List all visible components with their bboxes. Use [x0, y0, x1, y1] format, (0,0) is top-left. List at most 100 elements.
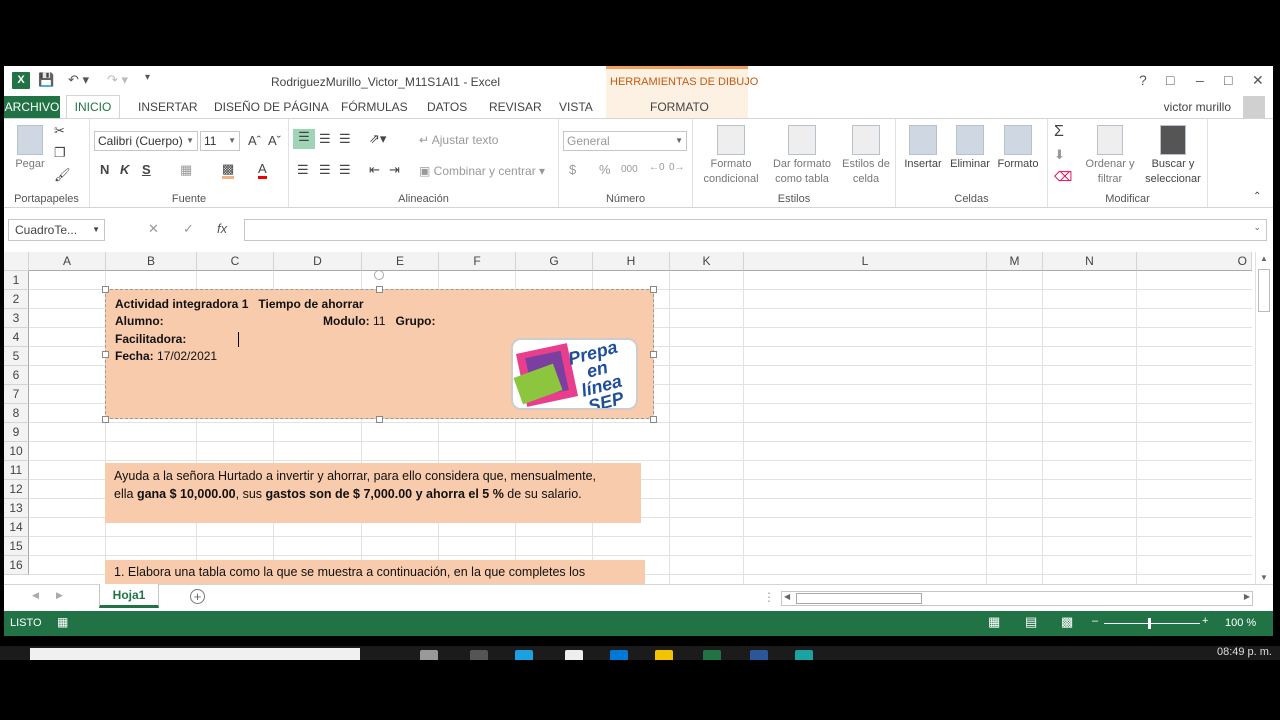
column-header[interactable]: E — [362, 252, 439, 271]
file-explorer-icon[interactable] — [420, 650, 438, 660]
row-header[interactable]: 15 — [4, 537, 29, 556]
column-header[interactable]: O — [1137, 252, 1252, 271]
formula-input[interactable]: ⌄ — [244, 219, 1267, 241]
undo-icon[interactable]: ↶ ▾ — [68, 72, 89, 88]
next-sheet-icon[interactable]: ▶ — [56, 590, 63, 601]
vertical-scrollbar[interactable]: ▲ ▼ — [1255, 252, 1273, 584]
add-sheet-button[interactable]: + — [190, 589, 205, 604]
resize-handle[interactable] — [650, 351, 657, 358]
resize-handle[interactable] — [102, 351, 109, 358]
copy-icon[interactable]: ❐ — [54, 145, 66, 161]
resize-handle[interactable] — [102, 416, 109, 423]
name-box[interactable]: CuadroTe... ▼ — [8, 219, 105, 241]
folder-icon[interactable] — [655, 650, 673, 660]
collapse-ribbon-icon[interactable]: ⌃ — [1253, 191, 1261, 202]
font-size-combo[interactable]: 11 ▼ — [200, 131, 240, 151]
fill-color-icon[interactable]: ▩ — [222, 162, 235, 179]
borders-icon[interactable]: ▦ — [180, 162, 192, 178]
row-header[interactable]: 4 — [4, 328, 29, 347]
underline-button[interactable]: S — [142, 162, 151, 177]
merge-center-button[interactable]: ▣ Combinar y centrar ▾ — [419, 164, 545, 178]
column-header[interactable]: G — [516, 252, 593, 271]
vertical-scroll-thumb[interactable] — [1258, 269, 1270, 312]
horizontal-scroll-thumb[interactable] — [796, 593, 922, 604]
resize-handle[interactable] — [376, 286, 383, 293]
row-header[interactable]: 6 — [4, 366, 29, 385]
bold-button[interactable]: N — [100, 162, 109, 177]
sort-filter-button[interactable]: Ordenar y filtrar — [1082, 125, 1138, 187]
zoom-in-icon[interactable]: + — [1202, 615, 1208, 627]
tab-datos[interactable]: DATOS — [427, 100, 467, 114]
resize-handle[interactable] — [376, 416, 383, 423]
row-header[interactable]: 10 — [4, 442, 29, 461]
column-header[interactable]: L — [744, 252, 987, 271]
row-header[interactable]: 9 — [4, 423, 29, 442]
edge-icon[interactable] — [515, 650, 533, 660]
decrease-indent-icon[interactable]: ⇤ — [369, 162, 380, 178]
ribbon-display-icon[interactable]: □ — [1166, 72, 1174, 88]
calendar-icon[interactable] — [565, 650, 583, 660]
tab-formulas[interactable]: FÓRMULAS — [341, 100, 408, 114]
insert-function-icon[interactable]: fx — [217, 221, 227, 236]
column-header[interactable]: B — [106, 252, 197, 271]
column-header[interactable]: M — [987, 252, 1043, 271]
taskbar-search[interactable] — [30, 648, 360, 660]
increase-decimal-icon[interactable]: ←0 — [649, 162, 665, 173]
row-header[interactable]: 13 — [4, 499, 29, 518]
scroll-left-icon[interactable]: ◀ — [784, 592, 790, 601]
resize-handle[interactable] — [102, 286, 109, 293]
redo-icon[interactable]: ↷ ▾ — [107, 72, 128, 88]
shrink-font-icon[interactable]: Aˇ — [268, 133, 281, 148]
increase-indent-icon[interactable]: ⇥ — [389, 162, 400, 178]
tab-inicio[interactable]: INICIO — [66, 95, 120, 119]
horizontal-scrollbar[interactable]: ◀ ▶ — [781, 591, 1253, 606]
align-right-icon[interactable]: ☰ — [339, 162, 351, 178]
tab-archivo[interactable]: ARCHIVO — [4, 96, 60, 118]
column-header[interactable]: K — [670, 252, 744, 271]
format-as-table-button[interactable]: Dar formato como tabla — [767, 125, 837, 187]
zoom-slider[interactable] — [1104, 623, 1200, 624]
customize-qat-icon[interactable]: ▾ — [145, 72, 150, 83]
row-header[interactable]: 3 — [4, 309, 29, 328]
excel-taskbar-icon[interactable] — [703, 650, 721, 660]
align-center-icon[interactable]: ☰ — [319, 162, 331, 178]
row-header[interactable]: 16 — [4, 556, 29, 575]
page-layout-view-icon[interactable]: ▤ — [1025, 614, 1037, 630]
tab-diseno-pagina[interactable]: DISEÑO DE PÁGINA — [214, 100, 329, 114]
cut-icon[interactable]: ✂ — [54, 123, 65, 139]
enter-icon[interactable]: ✓ — [183, 221, 194, 237]
help-icon[interactable]: ? — [1139, 72, 1147, 88]
row-header[interactable]: 7 — [4, 385, 29, 404]
number-format-combo[interactable]: General ▼ — [563, 131, 687, 151]
autosum-icon[interactable]: Σ — [1054, 123, 1064, 141]
prev-sheet-icon[interactable]: ◀ — [32, 590, 39, 601]
zoom-out-icon[interactable]: – — [1092, 615, 1098, 627]
cancel-icon[interactable]: ✕ — [148, 221, 159, 237]
page-break-view-icon[interactable]: ▩ — [1061, 614, 1073, 630]
normal-view-icon[interactable]: ▦ — [988, 614, 1000, 630]
align-middle-icon[interactable]: ☰ — [319, 131, 331, 147]
paste-button[interactable]: Pegar — [12, 125, 48, 172]
orientation-icon[interactable]: ⇗▾ — [369, 131, 386, 147]
scroll-down-icon[interactable]: ▼ — [1260, 573, 1268, 582]
sheet-tab-hoja1[interactable]: Hoja1 — [99, 584, 159, 608]
delete-cells-button[interactable]: Eliminar — [946, 125, 994, 172]
row-header[interactable]: 12 — [4, 480, 29, 499]
font-color-icon[interactable]: A — [258, 162, 267, 179]
app-taskbar-icon[interactable] — [795, 650, 813, 660]
avatar[interactable] — [1243, 96, 1265, 118]
grow-font-icon[interactable]: Aˆ — [248, 133, 261, 148]
zoom-slider-thumb[interactable] — [1148, 618, 1151, 629]
italic-button[interactable]: K — [120, 162, 129, 177]
clear-icon[interactable]: ⌫ — [1054, 169, 1072, 185]
currency-button[interactable]: $ — [569, 162, 576, 177]
tab-split-icon[interactable]: ⋮ — [763, 590, 775, 604]
find-select-button[interactable]: Buscar y seleccionar — [1142, 125, 1204, 187]
wrap-text-button[interactable]: ↵ Ajustar texto — [419, 133, 498, 147]
resize-handle[interactable] — [650, 286, 657, 293]
macro-record-icon[interactable]: ▦ — [57, 615, 68, 629]
header-textbox[interactable]: Actividad integradora 1 Tiempo de ahorra… — [105, 289, 654, 419]
align-left-icon[interactable]: ☰ — [297, 162, 309, 178]
format-cells-button[interactable]: Formato — [994, 125, 1042, 172]
mail-icon[interactable] — [610, 650, 628, 660]
